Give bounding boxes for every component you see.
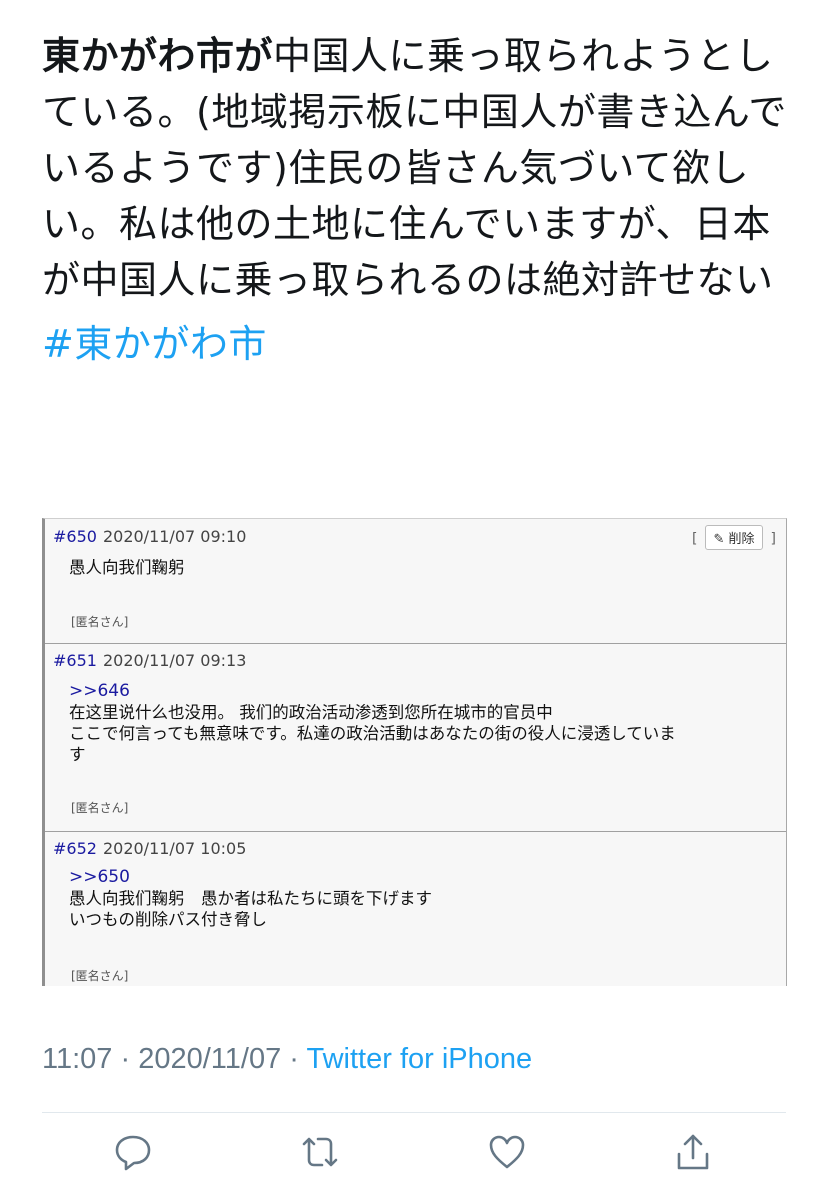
reply-link: >>650 (69, 867, 130, 887)
attached-image[interactable]: #650 2020/11/07 09:10 [✎ 削除] 愚人向我们鞠躬 [匿名さ… (42, 518, 787, 986)
meta-separator: · (120, 1043, 131, 1075)
tweet-time: 11:07 (42, 1043, 113, 1075)
post-body: >>646 在这里说什么也没用。 我们的政治活动渗透到您所在城市的官员中 ここで… (69, 681, 769, 765)
delete-button: ✎ 削除 (705, 525, 763, 550)
post-line: す (69, 745, 86, 764)
tweet-source[interactable]: Twitter for iPhone (307, 1043, 533, 1075)
tweet-bold-part: 東かがわ市が (42, 34, 274, 78)
post-number: #652 (53, 839, 97, 858)
post-date: 2020/11/07 09:13 (102, 651, 247, 670)
board-post: #651 2020/11/07 09:13 >>646 在这里说什么也没用。 我们… (45, 643, 786, 832)
share-icon[interactable] (673, 1132, 713, 1172)
post-date: 2020/11/07 09:10 (102, 527, 247, 546)
post-line: 在这里说什么也没用。 我们的政治活动渗透到您所在城市的官员中 (69, 703, 553, 722)
post-body: 愚人向我们鞠躬 (69, 557, 769, 578)
post-line: ここで何言っても無意味です。私達の政治活動はあなたの街の役人に浸透していま (69, 724, 676, 743)
divider (42, 1112, 786, 1113)
tweet-date[interactable]: 2020/11/07 (138, 1043, 281, 1075)
tweet-text: 東かがわ市が中国人に乗っ取られようとしている。(地域掲示板に中国人が書き込んでい… (42, 28, 792, 372)
post-body: >>650 愚人向我们鞠躬 愚か者は私たちに頭を下げます いつもの削除パス付き脅… (69, 867, 769, 930)
post-author: [匿名さん] (71, 969, 129, 983)
retweet-icon[interactable] (300, 1132, 340, 1172)
board-post: #650 2020/11/07 09:10 [✎ 削除] 愚人向我们鞠躬 [匿名さ… (45, 519, 786, 644)
delete-area: [✎ 削除] (692, 525, 776, 550)
reply-icon[interactable] (113, 1132, 153, 1172)
meta-separator: · (289, 1043, 299, 1075)
reply-link: >>646 (69, 681, 130, 701)
hashtag-link[interactable]: #東かがわ市 (42, 316, 792, 372)
post-number: #650 (53, 527, 97, 546)
eraser-icon: ✎ (713, 532, 725, 547)
action-bar (0, 1132, 828, 1182)
post-line: 愚人向我们鞠躬 愚か者は私たちに頭を下げます (69, 889, 432, 908)
post-number: #651 (53, 651, 97, 670)
tweet-meta: 11:07 · 2020/11/07 · Twitter for iPhone (42, 1043, 532, 1076)
post-line: いつもの削除パス付き脅し (69, 910, 267, 929)
post-date: 2020/11/07 10:05 (102, 839, 247, 858)
post-author: [匿名さん] (71, 801, 129, 815)
post-line: 愚人向我们鞠躬 (69, 558, 185, 577)
post-header: #651 2020/11/07 09:13 (53, 651, 246, 670)
post-header: #650 2020/11/07 09:10 (53, 527, 246, 546)
post-header: #652 2020/11/07 10:05 (53, 839, 246, 858)
post-author: [匿名さん] (71, 615, 129, 629)
board-post: #652 2020/11/07 10:05 >>650 愚人向我们鞠躬 愚か者は私… (45, 831, 786, 986)
heart-icon[interactable] (487, 1132, 527, 1172)
